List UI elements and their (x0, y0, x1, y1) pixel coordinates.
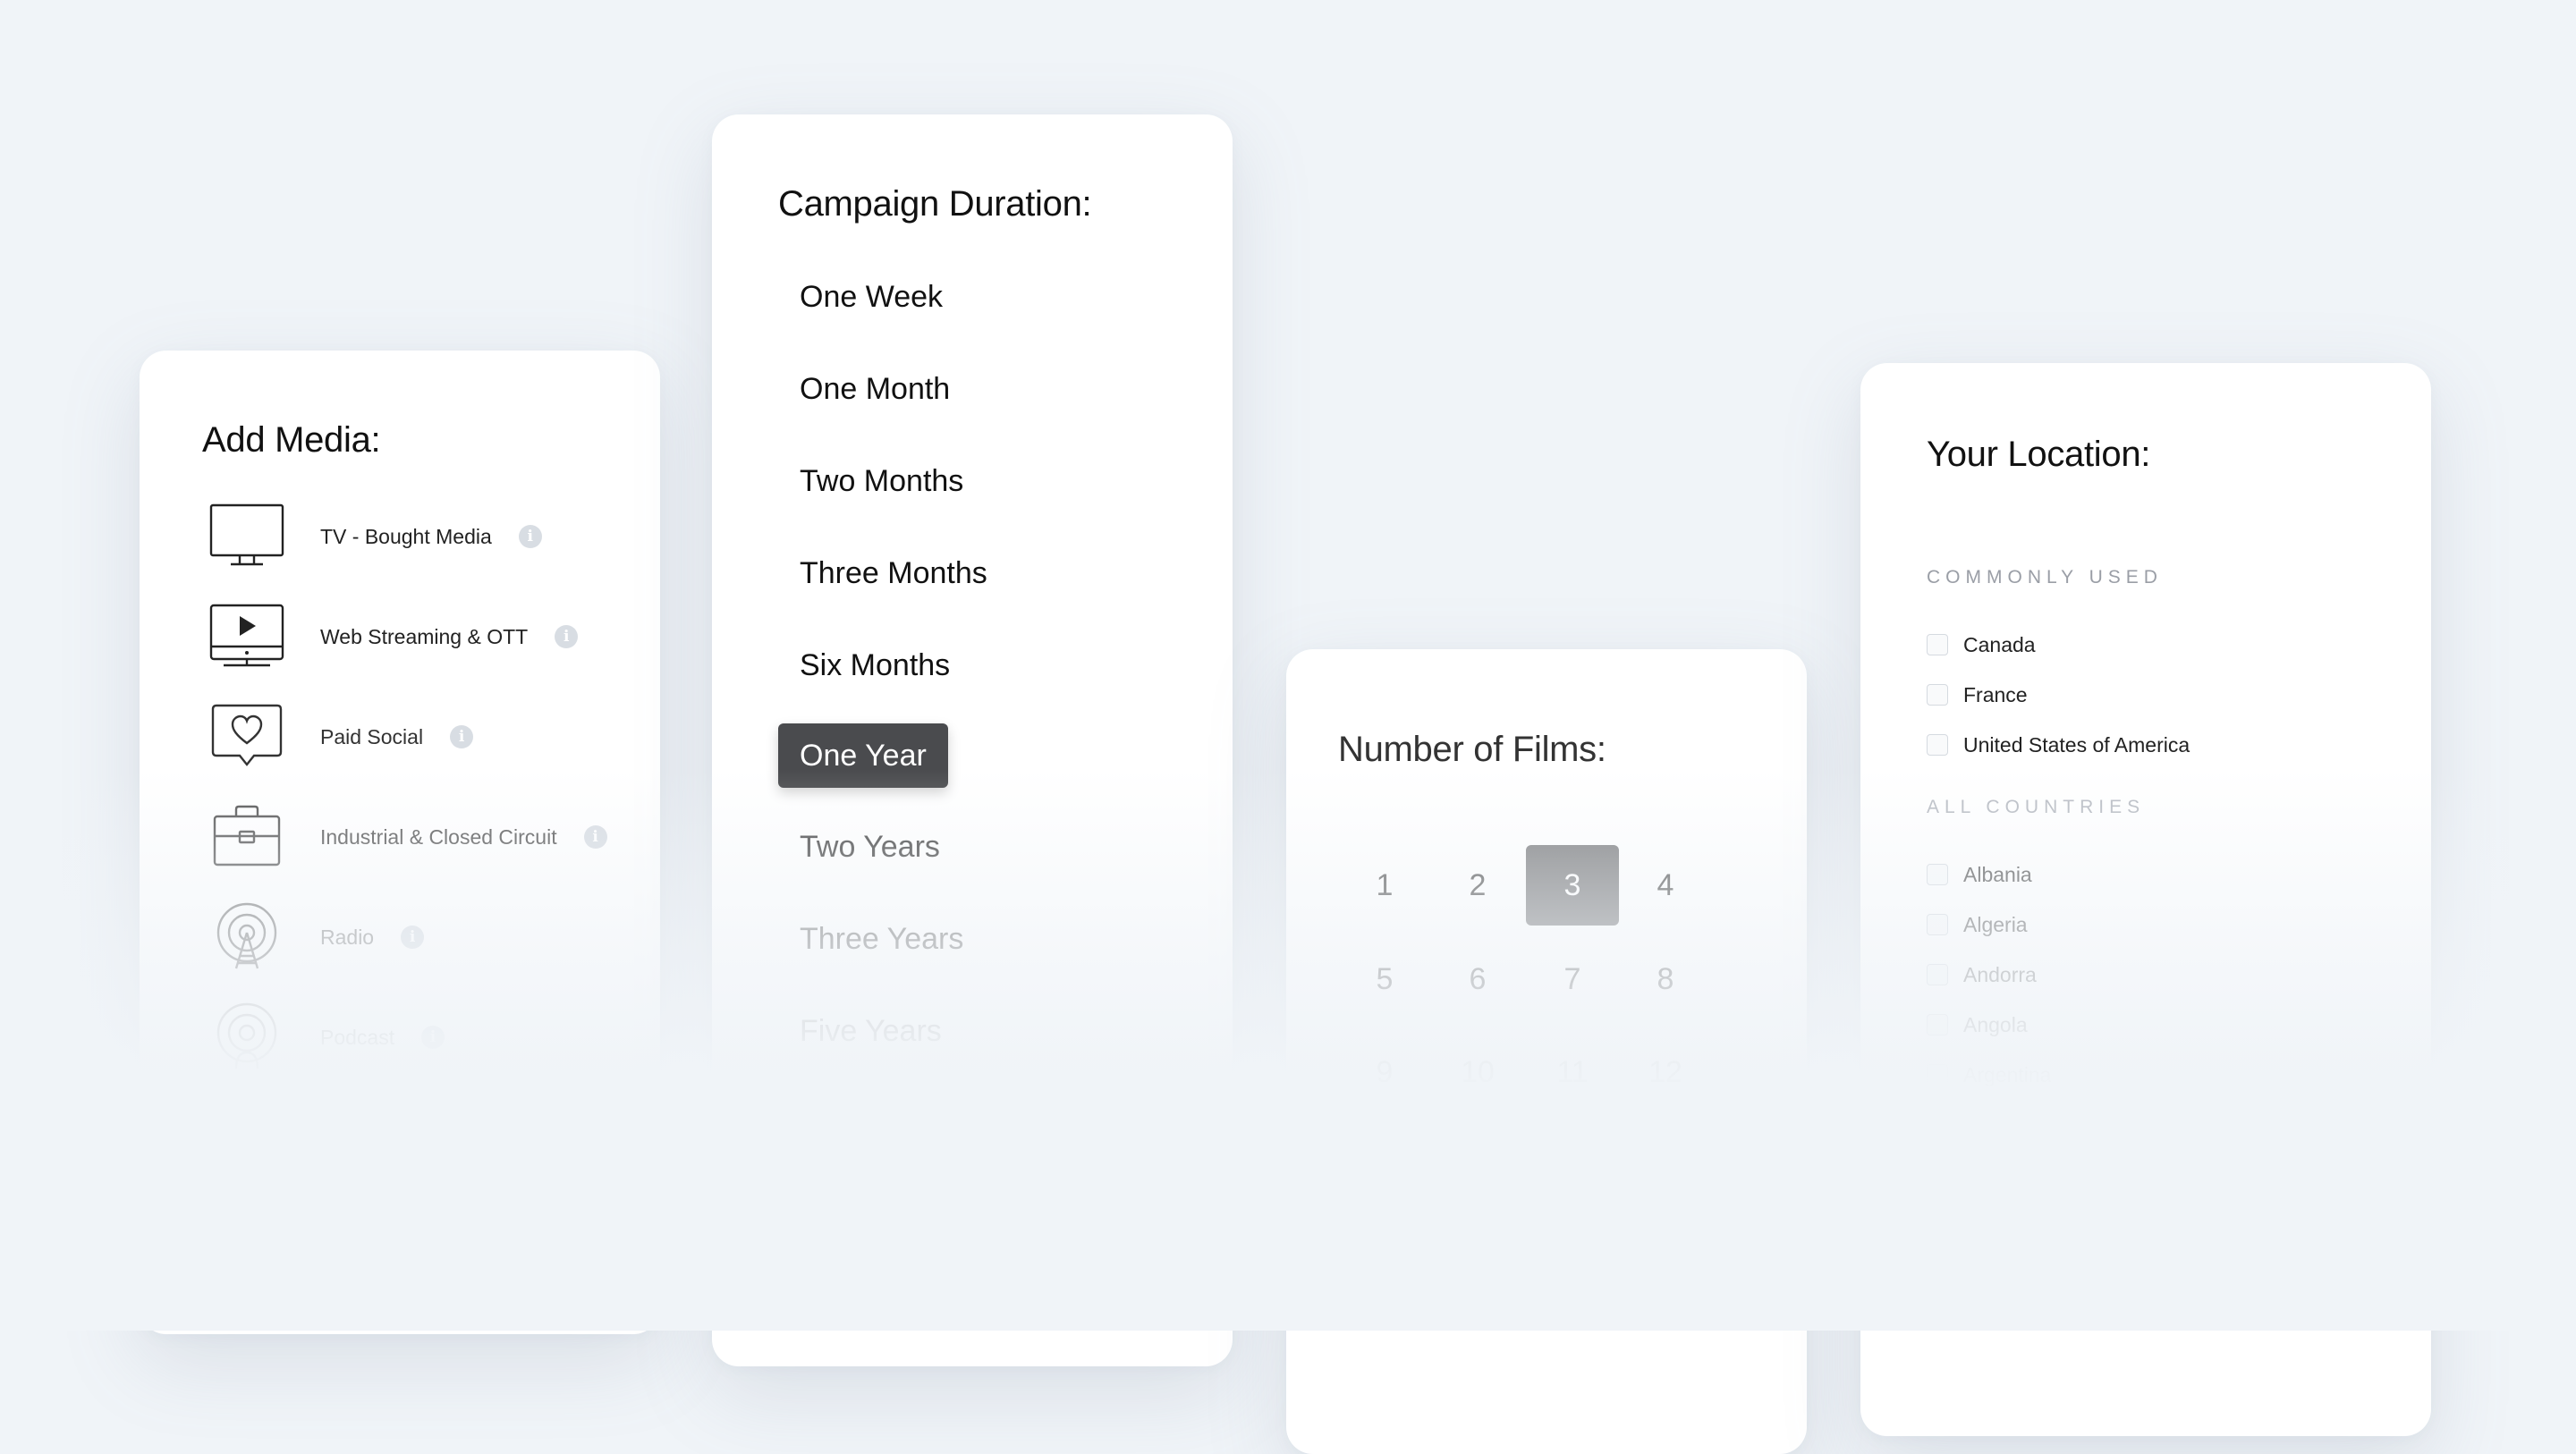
info-icon[interactable]: i (583, 825, 607, 849)
number-of-films-card: Number of Films: 1 2 3 4 5 6 7 8 9 10 11… (1286, 649, 1807, 1454)
checkbox[interactable] (1927, 1014, 1948, 1036)
media-label: Podcast (320, 1025, 395, 1049)
info-icon[interactable]: i (450, 725, 474, 748)
tv-icon (208, 501, 286, 572)
media-label: Industrial & Closed Circuit (320, 824, 557, 849)
your-location-card: Your Location: COMMONLY USED Canada Fran… (1860, 363, 2431, 1436)
checkbox[interactable] (1927, 864, 1948, 885)
location-label: Algeria (1963, 912, 2028, 936)
film-count-9[interactable]: 9 (1338, 1032, 1431, 1112)
duration-option-two-months[interactable]: Two Months (778, 449, 985, 513)
campaign-duration-title: Campaign Duration: (778, 184, 1092, 224)
number-of-films-title: Number of Films: (1338, 730, 1606, 769)
duration-option-six-months[interactable]: Six Months (778, 633, 971, 697)
checkbox[interactable] (1927, 734, 1948, 756)
info-icon[interactable]: i (421, 1026, 445, 1049)
checkbox[interactable] (1927, 1064, 1948, 1086)
info-icon[interactable]: i (518, 525, 542, 548)
info-icon[interactable]: i (401, 926, 425, 949)
location-option-algeria[interactable]: Algeria (1927, 909, 2028, 940)
checkbox[interactable] (1927, 684, 1948, 706)
duration-option-two-years[interactable]: Two Years (778, 815, 962, 879)
location-option-andorra[interactable]: Andorra (1927, 959, 2037, 990)
checkbox[interactable] (1927, 914, 1948, 935)
film-count-11[interactable]: 11 (1526, 1032, 1619, 1112)
film-count-1[interactable]: 1 (1338, 845, 1431, 926)
location-option-albania[interactable]: Albania (1927, 859, 2032, 890)
duration-option-one-week[interactable]: One Week (778, 265, 964, 329)
add-media-card: Add Media: TV - Bought Media i Web Strea… (140, 351, 660, 1334)
checkbox[interactable] (1927, 964, 1948, 985)
location-label: Canada (1963, 632, 2036, 656)
info-icon[interactable]: i (555, 625, 579, 648)
commonly-used-heading: COMMONLY USED (1927, 567, 2163, 588)
radio-tower-icon (208, 901, 286, 973)
film-count-6[interactable]: 6 (1431, 939, 1524, 1019)
media-item-tv[interactable]: TV - Bought Media i (208, 501, 542, 572)
streaming-icon (208, 601, 286, 672)
podcast-icon (208, 1002, 286, 1073)
media-item-radio[interactable]: Radio i (208, 901, 425, 973)
location-option-argentina[interactable]: Argentina (1927, 1060, 2051, 1090)
location-label: Albania (1963, 862, 2032, 886)
film-count-3[interactable]: 3 (1526, 845, 1619, 926)
location-option-angola[interactable]: Angola (1927, 1010, 2028, 1040)
media-label: Paid Social (320, 724, 424, 748)
duration-option-one-year[interactable]: One Year (778, 723, 948, 788)
location-label: Andorra (1963, 962, 2037, 986)
social-heart-icon (208, 701, 286, 773)
location-label: Argentina (1963, 1062, 2052, 1086)
checkbox[interactable] (1927, 634, 1948, 655)
location-label: France (1963, 682, 2028, 706)
duration-option-one-month[interactable]: One Month (778, 357, 971, 421)
media-item-podcast[interactable]: Podcast i (208, 1002, 445, 1073)
location-label: United States of America (1963, 732, 2190, 757)
media-label: Radio (320, 925, 375, 949)
film-count-8[interactable]: 8 (1619, 939, 1712, 1019)
media-item-paid-social[interactable]: Paid Social i (208, 701, 474, 773)
media-item-web-streaming[interactable]: Web Streaming & OTT i (208, 601, 579, 672)
duration-option-three-years[interactable]: Three Years (778, 907, 985, 971)
film-count-2[interactable]: 2 (1431, 845, 1524, 926)
film-count-10[interactable]: 10 (1431, 1032, 1524, 1112)
media-label: Web Streaming & OTT (320, 624, 529, 648)
briefcase-icon (208, 801, 286, 873)
campaign-duration-card: Campaign Duration: One Week One Month Tw… (712, 114, 1233, 1366)
your-location-title: Your Location: (1927, 435, 2151, 474)
location-option-france[interactable]: France (1927, 680, 2028, 710)
location-label: Angola (1963, 1012, 2028, 1036)
location-option-usa[interactable]: United States of America (1927, 730, 2190, 760)
duration-option-three-months[interactable]: Three Months (778, 541, 1009, 605)
film-count-7[interactable]: 7 (1526, 939, 1619, 1019)
media-label: TV - Bought Media (320, 524, 492, 548)
media-item-industrial[interactable]: Industrial & Closed Circuit i (208, 801, 607, 873)
location-option-canada[interactable]: Canada (1927, 630, 2036, 660)
all-countries-heading: ALL COUNTRIES (1927, 797, 2146, 817)
film-count-4[interactable]: 4 (1619, 845, 1712, 926)
film-count-5[interactable]: 5 (1338, 939, 1431, 1019)
film-count-12[interactable]: 12 (1619, 1032, 1712, 1112)
duration-option-five-years[interactable]: Five Years (778, 999, 963, 1063)
add-media-title: Add Media: (202, 420, 381, 460)
